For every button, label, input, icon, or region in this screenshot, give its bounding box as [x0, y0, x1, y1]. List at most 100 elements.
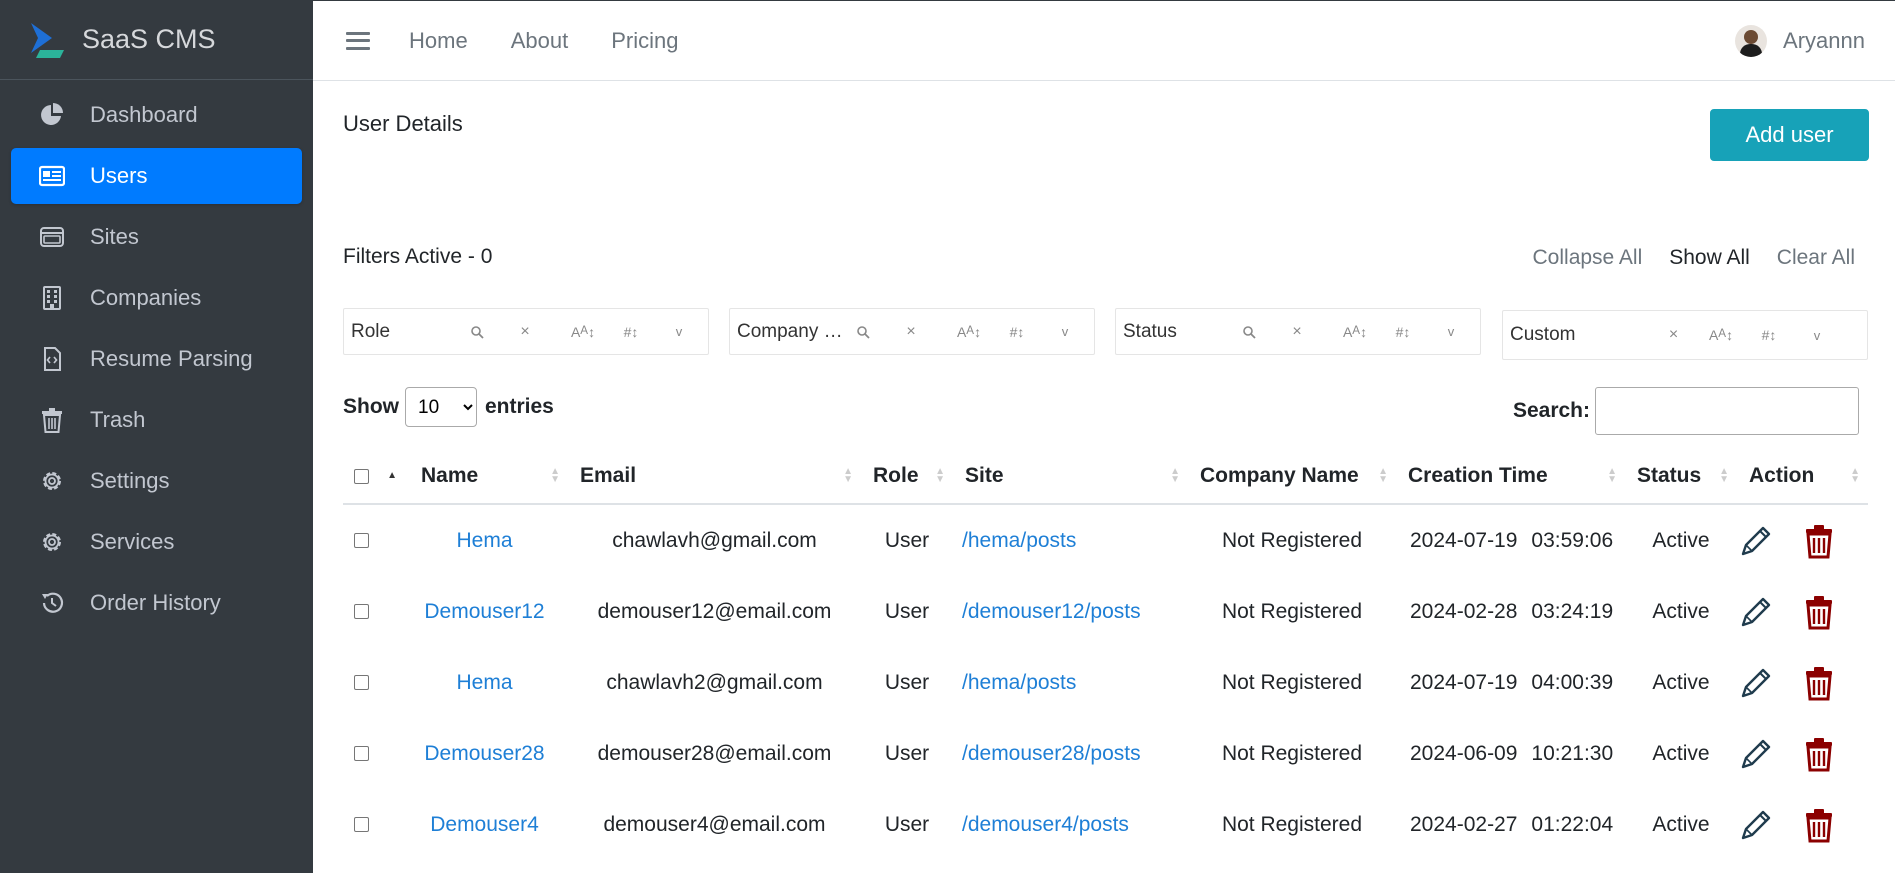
- sort-icon[interactable]: ▲: [387, 471, 397, 481]
- nav-link-about[interactable]: About: [511, 28, 569, 54]
- clear-icon[interactable]: ×: [1264, 323, 1330, 341]
- user-site-link[interactable]: /hema/posts: [962, 671, 1076, 695]
- sidebar-item-dashboard[interactable]: Dashboard: [11, 87, 302, 143]
- edit-pencil-icon[interactable]: [1737, 806, 1775, 844]
- search-icon[interactable]: [1234, 325, 1264, 339]
- chevron-down-icon[interactable]: v: [654, 324, 704, 339]
- row-checkbox[interactable]: [354, 675, 369, 690]
- number-sort-icon[interactable]: #↕: [608, 324, 654, 340]
- filter-status[interactable]: Status × A A ↕ #↕ v: [1115, 308, 1481, 355]
- clear-icon[interactable]: ×: [492, 323, 558, 341]
- user-site-link[interactable]: /hema/posts: [962, 529, 1076, 553]
- table-row: Demouser12 demouser12@email.com User /de…: [343, 576, 1868, 647]
- column-header-company-name[interactable]: Company Name ▲ ▼: [1188, 449, 1396, 503]
- table-row: Demouser4 demouser4@email.com User /demo…: [343, 789, 1868, 860]
- search-icon[interactable]: [462, 325, 492, 339]
- delete-trash-icon[interactable]: [1800, 664, 1838, 702]
- show-all-link[interactable]: Show All: [1669, 246, 1750, 270]
- sidebar-nav: Dashboard Users Sites Companies Resume P…: [0, 80, 313, 631]
- sidebar-item-users[interactable]: Users: [11, 148, 302, 204]
- text-sort-icon[interactable]: A A ↕: [1330, 324, 1380, 340]
- number-sort-icon[interactable]: #↕: [1380, 324, 1426, 340]
- user-company: Not Registered: [1221, 670, 1363, 694]
- user-name-link[interactable]: Demouser28: [424, 742, 544, 766]
- user-company: Not Registered: [1221, 741, 1363, 765]
- sidebar-item-sites[interactable]: Sites: [11, 209, 302, 265]
- sort-icon: ▲ ▼: [935, 466, 945, 485]
- edit-pencil-icon[interactable]: [1737, 522, 1775, 560]
- brand-logo-icon: [31, 22, 64, 58]
- pie-chart-icon: [39, 102, 65, 128]
- row-checkbox[interactable]: [354, 746, 369, 761]
- number-sort-icon[interactable]: #↕: [1746, 327, 1792, 343]
- column-header-name[interactable]: Name ▲ ▼: [401, 449, 568, 503]
- filter-custom[interactable]: Custom × A A ↕ #↕ v: [1502, 310, 1868, 360]
- nav-link-home[interactable]: Home: [409, 28, 468, 54]
- main-content: User Details Add user Filters Active - 0…: [313, 81, 1895, 873]
- edit-pencil-icon[interactable]: [1737, 593, 1775, 631]
- page-length-select[interactable]: 10: [405, 387, 477, 427]
- sidebar-item-services[interactable]: Services: [11, 514, 302, 570]
- users-table: ▲ Name ▲ ▼ Email ▲ ▼ Role ▲ ▼ Site ▲ ▼ Company N…: [343, 449, 1868, 860]
- delete-trash-icon[interactable]: [1800, 806, 1838, 844]
- text-sort-icon[interactable]: A A ↕: [944, 324, 994, 340]
- number-sort-icon[interactable]: #↕: [994, 324, 1040, 340]
- filter-label: Role: [351, 320, 391, 342]
- clear-icon[interactable]: ×: [878, 323, 944, 341]
- row-checkbox[interactable]: [354, 604, 369, 619]
- brand[interactable]: SaaS CMS: [0, 0, 313, 80]
- sidebar-item-settings[interactable]: Settings: [11, 453, 302, 509]
- select-all-header: ▲: [343, 449, 401, 503]
- delete-trash-icon[interactable]: [1800, 522, 1838, 560]
- sidebar-item-resume-parsing[interactable]: Resume Parsing: [11, 331, 302, 387]
- add-user-button[interactable]: Add user: [1710, 109, 1869, 161]
- column-header-action[interactable]: Action ▲ ▼: [1737, 449, 1868, 503]
- user-name-link[interactable]: Demouser12: [424, 600, 544, 624]
- row-checkbox[interactable]: [354, 817, 369, 832]
- user-site-link[interactable]: /demouser28/posts: [962, 742, 1141, 766]
- user-menu[interactable]: Aryannn: [1735, 25, 1865, 57]
- filter-label: Company N…: [737, 320, 848, 342]
- user-name-link[interactable]: Hema: [456, 529, 512, 553]
- column-header-role[interactable]: Role ▲ ▼: [861, 449, 953, 503]
- filter-company-name[interactable]: Company N… × A A ↕ #↕ v: [729, 308, 1095, 355]
- delete-trash-icon[interactable]: [1800, 593, 1838, 631]
- clear-icon[interactable]: ×: [1651, 326, 1696, 344]
- user-status: Active: [1652, 741, 1710, 765]
- chevron-down-icon[interactable]: v: [1426, 324, 1476, 339]
- user-site-link[interactable]: /demouser12/posts: [962, 600, 1141, 624]
- sidebar-item-order-history[interactable]: Order History: [11, 575, 302, 631]
- text-sort-icon[interactable]: A A ↕: [1696, 327, 1746, 343]
- delete-trash-icon[interactable]: [1800, 735, 1838, 773]
- user-email: demouser12@email.com: [597, 599, 832, 623]
- clear-all-link[interactable]: Clear All: [1777, 246, 1855, 270]
- column-header-site[interactable]: Site ▲ ▼: [953, 449, 1188, 503]
- creation-time: 01:22:04: [1531, 812, 1614, 836]
- collapse-all-link[interactable]: Collapse All: [1533, 246, 1643, 270]
- sidebar-item-trash[interactable]: Trash: [11, 392, 302, 448]
- user-name-link[interactable]: Demouser4: [430, 813, 539, 837]
- sidebar-item-companies[interactable]: Companies: [11, 270, 302, 326]
- table-search-input[interactable]: [1595, 387, 1859, 435]
- chevron-down-icon[interactable]: v: [1792, 328, 1842, 343]
- row-checkbox[interactable]: [354, 533, 369, 548]
- chevron-down-icon[interactable]: v: [1040, 324, 1090, 339]
- filter-role[interactable]: Role × A A ↕ #↕ v: [343, 308, 709, 355]
- creation-time: 10:21:30: [1531, 741, 1614, 765]
- text-sort-icon[interactable]: A A ↕: [558, 324, 608, 340]
- column-header-status[interactable]: Status ▲ ▼: [1625, 449, 1737, 503]
- user-name-link[interactable]: Hema: [456, 671, 512, 695]
- nav-link-pricing[interactable]: Pricing: [611, 28, 678, 54]
- user-email: demouser28@email.com: [597, 741, 832, 765]
- edit-pencil-icon[interactable]: [1737, 735, 1775, 773]
- hamburger-menu-icon[interactable]: [346, 29, 370, 53]
- edit-pencil-icon[interactable]: [1737, 664, 1775, 702]
- column-header-email[interactable]: Email ▲ ▼: [568, 449, 861, 503]
- gear-icon: [39, 468, 65, 494]
- user-site-link[interactable]: /demouser4/posts: [962, 813, 1129, 837]
- select-all-checkbox[interactable]: [354, 468, 369, 484]
- column-header-creation-time[interactable]: Creation Time ▲ ▼: [1396, 449, 1625, 503]
- search-icon[interactable]: [848, 325, 878, 339]
- history-icon: [39, 590, 65, 616]
- user-email: demouser4@email.com: [603, 812, 826, 836]
